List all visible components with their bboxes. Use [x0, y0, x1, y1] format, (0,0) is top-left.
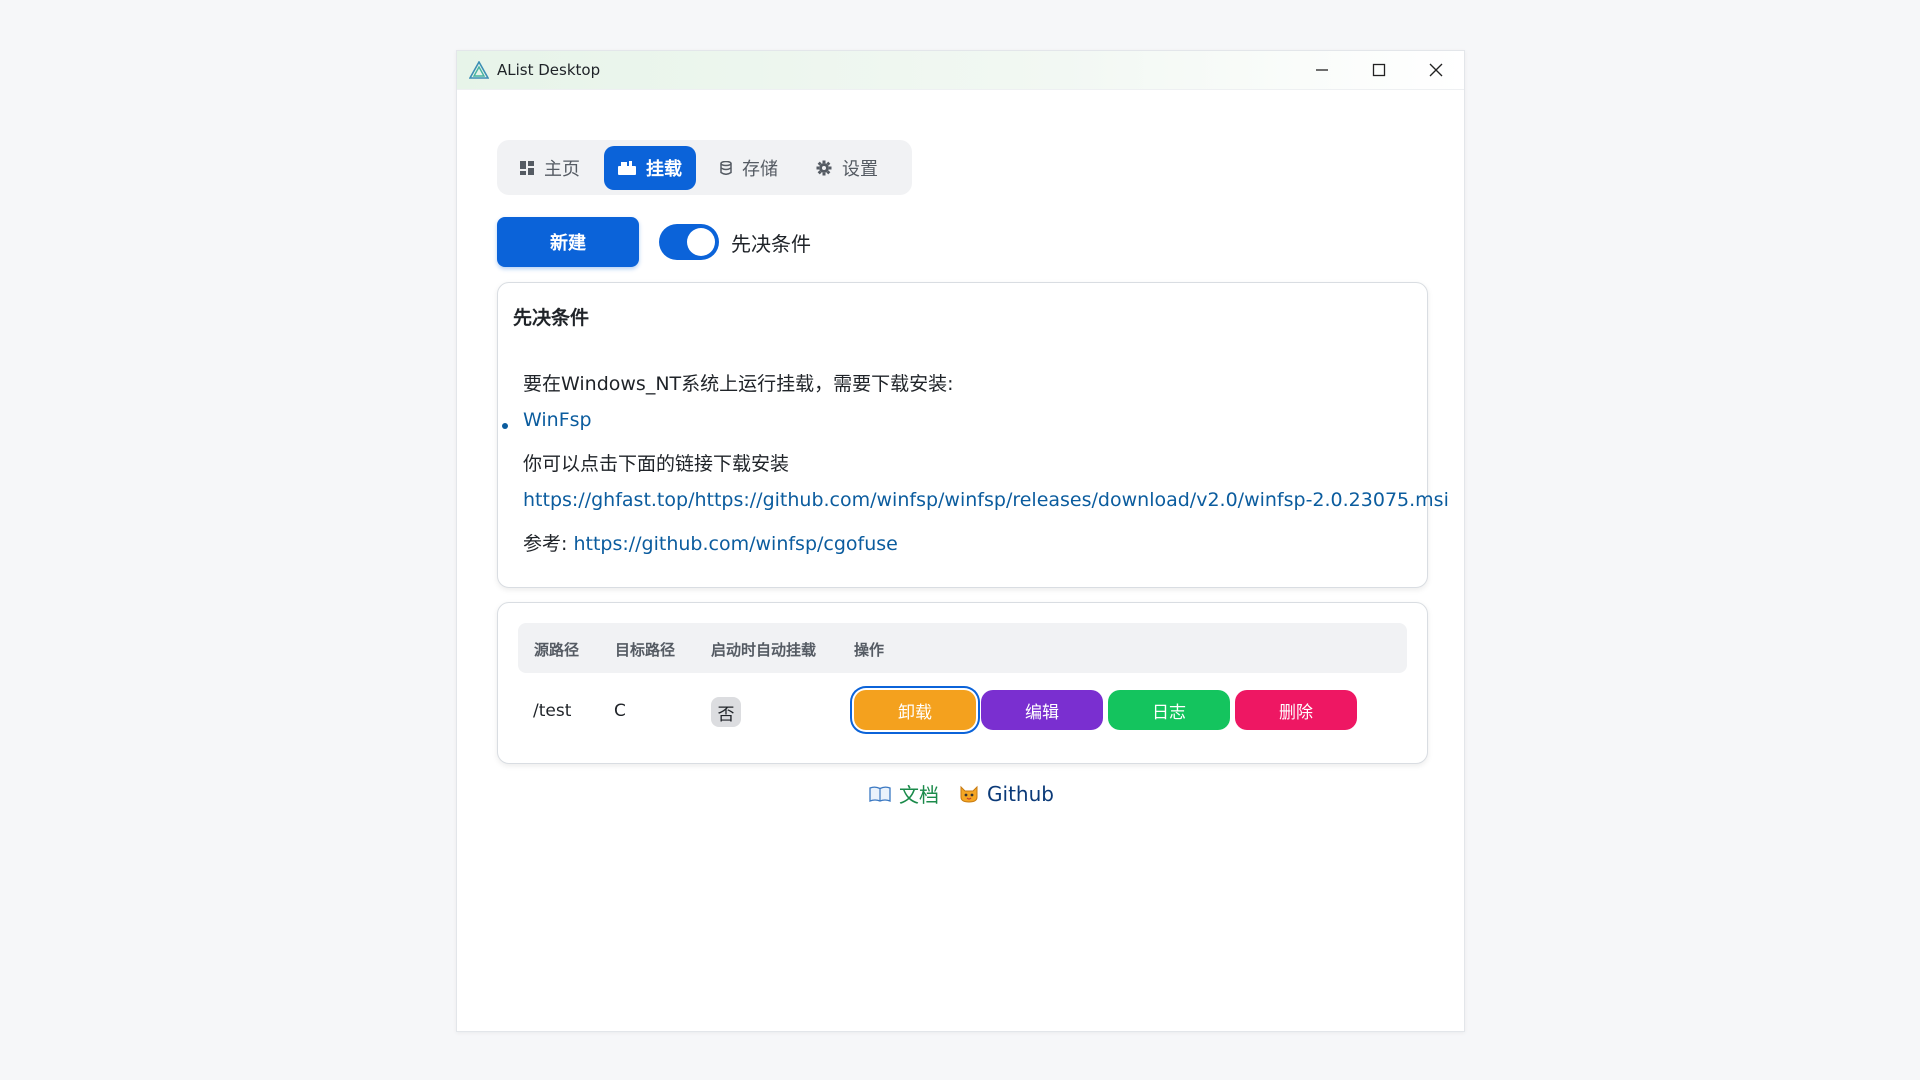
prerequisite-card: 先决条件 要在Windows_NT系统上运行挂载，需要下载安装: WinFsp …: [497, 282, 1449, 588]
header-target-path: 目标路径: [615, 641, 676, 659]
gear-icon: [816, 160, 832, 176]
docs-link[interactable]: 文档: [869, 779, 939, 808]
book-icon: [869, 785, 891, 802]
header-auto-mount: 启动时自动挂载: [711, 641, 817, 659]
mounts-table-card: 源路径 目标路径 启动时自动挂载 操作 /test C 否 卸载 编辑 日志 删…: [497, 602, 1428, 764]
tab-storage[interactable]: 存储: [706, 146, 792, 190]
cat-icon: [959, 785, 979, 803]
github-link[interactable]: Github: [959, 782, 1054, 806]
prerequisite-toggle[interactable]: [659, 224, 719, 260]
window-title: AList Desktop: [497, 61, 601, 79]
row-source-path: /test: [533, 701, 572, 721]
list-bullet: [502, 423, 508, 429]
table-header: 源路径 目标路径 启动时自动挂载 操作: [518, 623, 1407, 673]
row-target-path: C: [614, 701, 626, 721]
app-window: AList Desktop 主页 挂载 存储 设置 新建 先决条件 先决条件 要…: [456, 50, 1465, 1032]
log-button[interactable]: 日志: [1108, 690, 1230, 730]
tab-home[interactable]: 主页: [506, 146, 594, 190]
new-mount-button[interactable]: 新建: [497, 217, 639, 267]
title-bar[interactable]: AList Desktop: [457, 51, 1464, 90]
tab-settings-label: 设置: [842, 158, 878, 180]
cgofuse-link[interactable]: https://github.com/winfsp/cgofuse: [573, 533, 897, 555]
minimize-button[interactable]: [1293, 51, 1350, 89]
github-label: Github: [987, 781, 1054, 806]
tab-storage-label: 存储: [742, 158, 778, 180]
maximize-icon: [1372, 63, 1385, 77]
window-controls: [1293, 51, 1464, 89]
tab-home-label: 主页: [544, 158, 580, 180]
header-actions: 操作: [854, 641, 885, 659]
auto-mount-badge: 否: [711, 697, 741, 727]
winfsp-link[interactable]: WinFsp: [523, 409, 592, 431]
prerequisite-title: 先决条件: [513, 307, 590, 329]
tab-mount[interactable]: 挂载: [604, 145, 696, 190]
docs-label: 文档: [899, 783, 940, 807]
winfsp-download-link[interactable]: https://ghfast.top/https://github.com/wi…: [523, 489, 1449, 511]
alist-logo-icon: [467, 58, 491, 82]
edit-button[interactable]: 编辑: [981, 690, 1103, 730]
database-icon: [720, 160, 732, 175]
delete-button[interactable]: 删除: [1235, 690, 1357, 730]
reference-label: 参考:: [523, 533, 568, 555]
tab-mount-label: 挂载: [646, 158, 682, 180]
reference-line: 参考: https://github.com/winfsp/cgofuse: [523, 529, 898, 556]
close-button[interactable]: [1407, 51, 1464, 89]
nav-tabs: 主页 挂载 存储 设置: [497, 140, 912, 195]
unmount-button[interactable]: 卸载: [854, 690, 976, 730]
prerequisite-toggle-label: 先决条件: [731, 232, 811, 256]
header-source-path: 源路径: [534, 641, 580, 659]
download-hint: 你可以点击下面的链接下载安装: [523, 453, 790, 475]
minimize-icon: [1315, 69, 1328, 71]
tab-settings[interactable]: 设置: [802, 146, 892, 190]
close-icon: [1429, 63, 1442, 77]
mount-icon: [618, 160, 636, 175]
dashboard-icon: [520, 160, 534, 175]
toggle-knob: [687, 228, 715, 256]
prerequisite-intro: 要在Windows_NT系统上运行挂载，需要下载安装:: [523, 373, 954, 395]
maximize-button[interactable]: [1350, 51, 1407, 89]
footer-links: 文档 Github: [497, 779, 1426, 808]
